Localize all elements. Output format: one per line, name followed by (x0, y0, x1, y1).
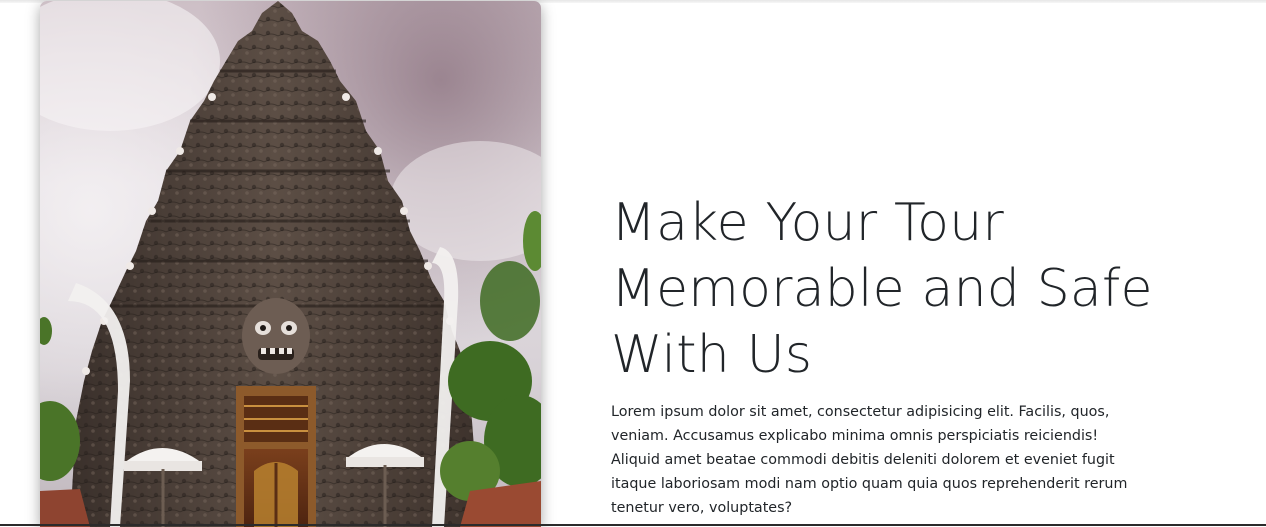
section-headline: Make Your Tour Memorable and Safe With U… (611, 193, 1153, 385)
temple-photo (40, 1, 541, 527)
intro-section: Make Your Tour Memorable and Safe With U… (611, 190, 1171, 520)
section-body: Lorem ipsum dolor sit amet, consectetur … (611, 404, 1128, 516)
temple-illustration (40, 1, 541, 527)
